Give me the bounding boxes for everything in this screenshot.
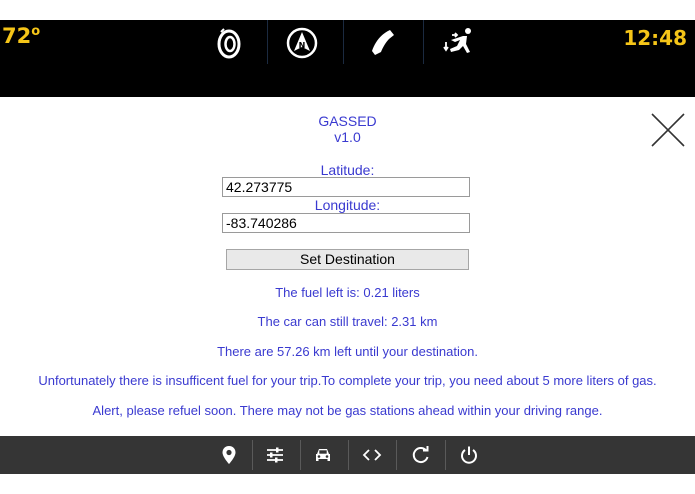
location-pin-icon[interactable] <box>219 445 239 465</box>
insufficient-fuel-message: Unfortunately there is insufficent fuel … <box>38 373 657 388</box>
set-destination-button[interactable]: Set Destination <box>226 249 469 270</box>
latitude-input[interactable] <box>222 177 470 197</box>
close-icon[interactable] <box>650 112 686 148</box>
divider <box>252 440 253 470</box>
climate-icon[interactable] <box>443 26 477 60</box>
range-message: The car can still travel: 2.31 km <box>257 314 438 329</box>
navigation-icon[interactable]: N <box>285 26 319 60</box>
divider <box>396 440 397 470</box>
divider <box>423 20 424 64</box>
fuel-left-message: The fuel left is: 0.21 liters <box>275 285 420 300</box>
refresh-icon[interactable] <box>411 445 431 465</box>
divider <box>445 440 446 470</box>
bottom-toolbar <box>0 436 695 474</box>
distance-message: There are 57.26 km left until your desti… <box>217 344 478 359</box>
app-name: GASSED <box>318 113 377 129</box>
audio-icon[interactable] <box>212 26 246 60</box>
latitude-label: Latitude: <box>320 162 375 178</box>
car-icon[interactable] <box>313 445 333 465</box>
power-icon[interactable] <box>459 445 479 465</box>
longitude-label: Longitude: <box>314 197 381 213</box>
divider <box>343 20 344 64</box>
divider <box>348 440 349 470</box>
phone-icon[interactable] <box>366 26 400 60</box>
divider <box>300 440 301 470</box>
svg-text:N: N <box>299 41 306 50</box>
settings-sliders-icon[interactable] <box>265 445 285 465</box>
longitude-input[interactable] <box>222 213 470 233</box>
refuel-alert-message: Alert, please refuel soon. There may not… <box>92 403 603 418</box>
clock: 12:48 <box>623 26 687 50</box>
code-icon[interactable] <box>362 445 382 465</box>
status-bar: 72o N 12:48 <box>0 20 695 97</box>
app-version: v1.0 <box>334 129 361 145</box>
temperature-readout: 72o <box>2 24 41 48</box>
divider <box>267 20 268 64</box>
